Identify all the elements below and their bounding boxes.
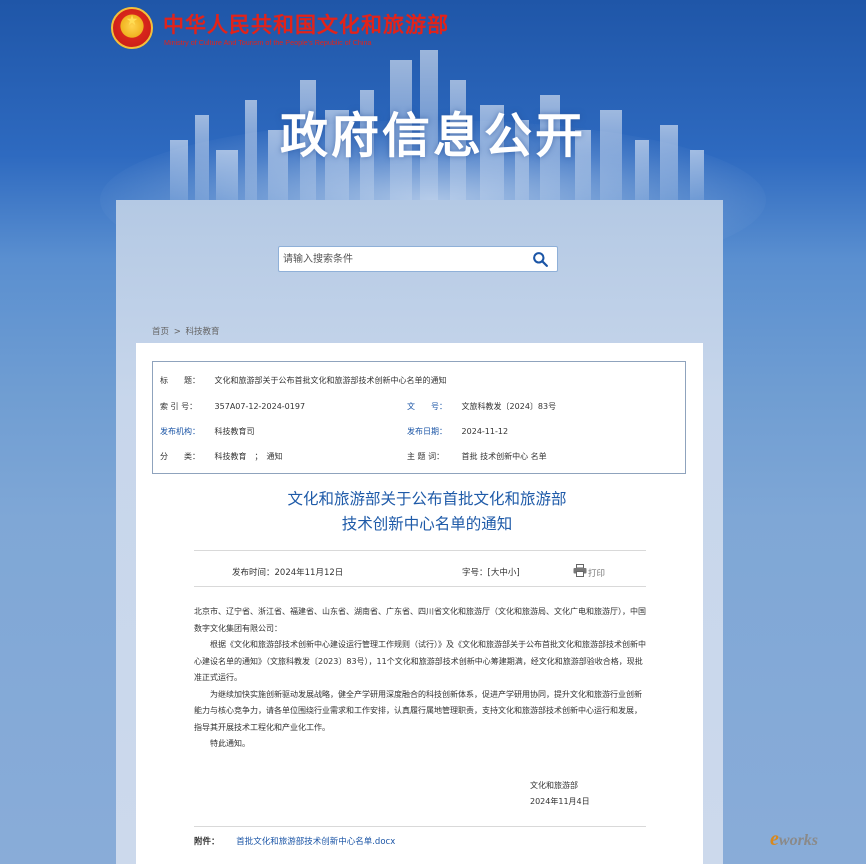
signature-date: 2024年11月4日 [530, 797, 590, 806]
divider [194, 586, 646, 587]
article-paragraph: 北京市、辽宁省、浙江省、福建省、山东省、湖南省、广东省、四川省文化和旅游厅（文化… [194, 607, 646, 633]
breadcrumb-current[interactable]: 科技教育 [186, 327, 220, 337]
star-icon: ★ [125, 13, 139, 29]
search-box [278, 246, 558, 272]
meta-index-key: 索 引 号： [160, 402, 198, 411]
publish-time: 发布时间：2024年11月12日 [232, 568, 344, 578]
meta-topic-key: 主 题 词： [407, 452, 445, 461]
search-icon[interactable] [532, 251, 549, 268]
meta-org-value: 科技教育司 [214, 427, 255, 436]
attachment-link[interactable]: 首批文化和旅游部技术创新中心名单.docx [236, 837, 395, 847]
article-title-line1: 文化和旅游部关于公布首批文化和旅游部 [287, 490, 567, 508]
banner-title: 政府信息公开 [279, 108, 586, 164]
ministry-name-cn[interactable]: 中华人民共和国文化和旅游部 [163, 9, 449, 39]
article-paragraph: 根据《文化和旅游部技术创新中心建设运行管理工作规则（试行）》及《文化和旅游部关于… [194, 640, 646, 682]
ministry-name-en: Ministry of Culture And Tourism of the P… [164, 38, 372, 47]
document-meta-table: 标 题： 文化和旅游部关于公布首批文化和旅游部技术创新中心名单的通知 索 引 号… [152, 361, 686, 474]
meta-date-key: 发布日期： [407, 427, 447, 436]
breadcrumb-separator: > [173, 327, 181, 337]
printer-icon[interactable] [573, 564, 587, 577]
meta-docno-key: 文 号： [407, 402, 447, 411]
meta-title-value: 文化和旅游部关于公布首批文化和旅游部技术创新中心名单的通知 [214, 376, 447, 385]
meta-docno-value: 文旅科教发〔2024〕83号 [461, 402, 557, 411]
eworks-watermark-logo: eworks [770, 828, 819, 850]
attachment: 附件： 首批文化和旅游部技术创新中心名单.docx [194, 835, 395, 847]
article-body: 北京市、辽宁省、浙江省、福建省、山东省、湖南省、广东省、四川省文化和旅游厅（文化… [194, 604, 646, 753]
print-button[interactable]: 打印 [588, 567, 605, 579]
article-title-line2: 技术创新中心名单的通知 [341, 515, 513, 533]
breadcrumb: 首页 > 科技教育 [152, 325, 222, 337]
article-paragraph: 特此通知。 [210, 739, 250, 748]
national-emblem-icon[interactable]: ★ [111, 7, 153, 49]
breadcrumb-home[interactable]: 首页 [152, 327, 169, 337]
divider [194, 826, 646, 827]
meta-index-value: 357A07-12-2024-0197 [214, 402, 306, 411]
meta-title-key: 标 题： [160, 376, 200, 385]
article-paragraph: 为继续加快实施创新驱动发展战略，健全产学研用深度融合的科技创新体系，促进产学研用… [194, 689, 642, 732]
meta-topic-value: 首批 技术创新中心 名单 [461, 452, 547, 461]
search-input[interactable] [283, 250, 523, 268]
signature-org: 文化和旅游部 [530, 781, 578, 790]
attachment-label: 附件： [194, 837, 220, 847]
meta-category-value: 科技教育 ； 通知 [214, 452, 283, 461]
meta-category-key: 分 类： [160, 452, 200, 461]
divider [194, 550, 646, 551]
meta-org-key: 发布机构： [160, 427, 200, 436]
meta-date-value: 2024-11-12 [461, 427, 509, 436]
font-size-selector[interactable]: 字号：[大中小] [462, 566, 520, 578]
